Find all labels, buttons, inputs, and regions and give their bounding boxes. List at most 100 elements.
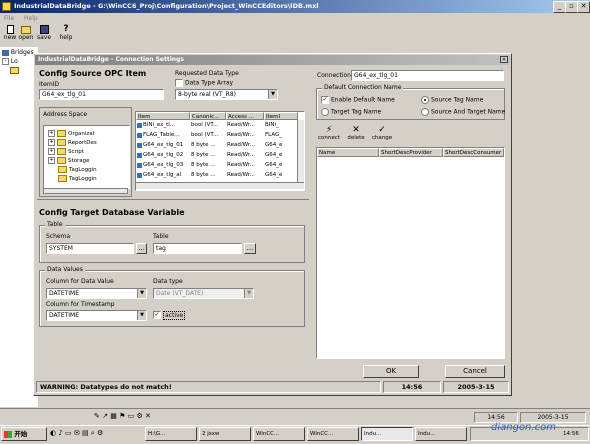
task-indu-2[interactable]: Indu... — [415, 427, 467, 441]
schema-browse-button[interactable]: ... — [136, 243, 147, 254]
source-heading: Config Source OPC Item — [39, 69, 147, 78]
tree-expand-icon[interactable]: + — [48, 157, 55, 164]
tree-expand-icon[interactable]: + — [48, 130, 55, 137]
delete-button[interactable]: ✕ delete — [346, 125, 366, 141]
close-icon[interactable]: ✕ — [145, 412, 151, 420]
enable-default-check[interactable]: ✓ — [321, 96, 329, 104]
menu-help[interactable]: Help — [24, 14, 38, 24]
table-browse-button[interactable]: ... — [244, 243, 256, 254]
target-tag-radio[interactable]: Target Tag Name — [321, 108, 381, 116]
chevron-down-icon[interactable]: ▼ — [137, 289, 146, 298]
list-item[interactable]: FLAG_Table... bool (VT... Read/Wr... FLAG_ — [136, 131, 298, 140]
dialog-close-button[interactable]: ✕ — [500, 56, 508, 63]
close-button[interactable]: ✕ — [577, 1, 590, 13]
gear-icon[interactable]: ⚙ — [136, 412, 142, 420]
address-tree-item[interactable]: TagLoggin — [58, 175, 97, 183]
itemid-input[interactable]: G64_ex_tlg_01 — [39, 89, 164, 100]
col-consumer-header[interactable]: ShortDescConsumer — [443, 148, 504, 157]
toolbar-open-button[interactable]: open — [18, 25, 34, 41]
toolbar-help-button[interactable]: ? help — [58, 25, 74, 42]
chevron-down-icon[interactable]: ▼ — [137, 311, 146, 320]
change-button[interactable]: ✓ change — [371, 125, 393, 141]
chevron-down-icon[interactable]: ▼ — [268, 90, 277, 99]
active-check[interactable]: ✓ — [153, 311, 161, 319]
folder-icon[interactable]: ▤ — [82, 429, 89, 437]
data-type-array-checkbox[interactable]: Data Type Array — [175, 79, 233, 87]
task-wincc-1[interactable]: WinCC... — [253, 427, 305, 441]
list-vscroll[interactable] — [297, 120, 304, 182]
task-indu-1[interactable]: Indu... — [361, 427, 413, 441]
task-wincc-2[interactable]: WinCC... — [307, 427, 359, 441]
address-tree-item[interactable]: + Script — [48, 148, 84, 156]
toolbar-save-button[interactable]: save — [36, 25, 52, 41]
table-input[interactable]: tag — [153, 243, 242, 254]
address-tree-item[interactable]: + ReportDes — [48, 139, 97, 147]
tree-root-bridges[interactable]: Bridges — [2, 49, 34, 56]
monitor-icon[interactable]: ▭ — [128, 412, 135, 420]
address-tree-item[interactable]: + Storage — [48, 157, 90, 165]
tag-item-icon — [137, 173, 142, 178]
column-timestamp-select[interactable]: DATETIME ▼ — [46, 310, 147, 321]
main-title-bar[interactable]: IndustrialDataBridge - G:\WinCC6_Proj\Co… — [0, 0, 590, 13]
list-cell: BINi_ex_tl... — [143, 122, 176, 128]
list-hscroll[interactable] — [136, 182, 304, 189]
toolbar-new-button[interactable]: new — [2, 25, 18, 41]
start-button[interactable]: 开始 — [1, 427, 47, 441]
tree-child[interactable]: - Lo — [2, 58, 18, 65]
enable-default-checkbox[interactable]: ✓ Enable Default Name — [321, 96, 395, 104]
column-value-select[interactable]: DATETIME ▼ — [46, 288, 147, 299]
tree-item-label: TagLoggin — [69, 167, 97, 173]
task-jsxw[interactable]: 2 jsxw — [199, 427, 251, 441]
source-tag-radio-dot[interactable] — [421, 96, 429, 104]
col-name-header[interactable]: Name — [317, 148, 379, 157]
grid-icon[interactable]: ▦ — [110, 412, 117, 420]
opc-item-list[interactable]: Item Canonic... Access ... ItemI BINi_ex_tl… — [135, 111, 305, 191]
tree-expand-icon[interactable]: + — [48, 148, 55, 155]
ok-button[interactable]: OK — [363, 365, 419, 378]
address-space-tree[interactable]: + Organizat + ReportDes + Script + Storage TagLo… — [43, 125, 130, 189]
tag-item-icon — [137, 143, 142, 148]
pencil-icon[interactable]: ✎ — [94, 412, 100, 420]
folder-icon — [57, 157, 66, 164]
dialog-title-bar[interactable]: IndustrialDataBridge - Connection Settin… — [35, 55, 510, 65]
target-tag-radio-dot[interactable] — [321, 108, 329, 116]
list-column-header[interactable]: Canonic... — [190, 112, 226, 120]
mail-icon[interactable]: ✉ — [74, 429, 80, 437]
list-item[interactable]: G64_ex_tlg_al 8 byte ... Read/Wr... G64_e — [136, 171, 298, 180]
list-column-header[interactable]: Access ... — [226, 112, 264, 120]
tag-item-icon — [137, 123, 142, 128]
connect-button[interactable]: ⚡ connect — [317, 125, 341, 141]
list-item[interactable]: G64_ex_tlg_02 8 byte ... Read/Wr... G64_e — [136, 151, 298, 160]
list-item[interactable]: G64_ex_tlg_01 8 byte ... Read/Wr... G64_e — [136, 141, 298, 150]
desktop-icon[interactable]: ▭ — [65, 429, 72, 437]
tree-expand-icon[interactable]: + — [48, 139, 55, 146]
search-icon[interactable]: ⌕ — [91, 429, 95, 437]
arrow-icon[interactable]: ↗ — [102, 412, 108, 420]
active-checkbox[interactable]: ✓ active — [153, 310, 186, 320]
browser-icon[interactable]: ◐ — [50, 429, 56, 437]
connections-table[interactable]: Name ShortDescProvider ShortDescConsumer — [316, 147, 505, 359]
list-item[interactable]: BINi_ex_tl... bool (VT... Read/Wr... BINi_ — [136, 121, 298, 130]
task-explorer[interactable]: H:\G... — [145, 427, 197, 441]
flag-icon[interactable]: ⚑ — [119, 412, 125, 420]
list-column-header[interactable]: ItemI — [264, 112, 298, 120]
media-icon[interactable]: ♪ — [58, 429, 62, 437]
source-target-radio[interactable]: Source And Target Name — [421, 108, 505, 116]
connection-input[interactable]: G64_ex_tlg_01 — [351, 70, 504, 81]
settings-icon[interactable]: ⚙ — [97, 429, 103, 437]
cancel-button[interactable]: Cancel — [445, 365, 505, 378]
status-icons: ✎ ↗ ▦ ⚑ ▭ ⚙ ✕ — [94, 412, 174, 422]
source-tag-radio[interactable]: Source Tag Name — [421, 96, 483, 104]
data-type-array-check[interactable] — [175, 79, 183, 87]
list-item[interactable]: G64_ex_tlg_03 8 byte ... Read/Wr... G64_e — [136, 161, 298, 170]
requested-type-select[interactable]: 8-byte real (VT_R8) ▼ — [175, 89, 278, 100]
list-column-header[interactable]: Item — [136, 112, 190, 120]
address-tree-item[interactable]: + Organizat — [48, 130, 95, 138]
source-target-radio-dot[interactable] — [421, 108, 429, 116]
col-provider-header[interactable]: ShortDescProvider — [379, 148, 443, 157]
tree-hscroll[interactable] — [43, 188, 128, 194]
menu-file[interactable]: File — [4, 14, 14, 24]
address-tree-item[interactable]: TagLoggin — [58, 166, 97, 174]
schema-input[interactable]: SYSTEM — [46, 243, 134, 254]
watermark-text: diangon.com — [491, 422, 556, 433]
